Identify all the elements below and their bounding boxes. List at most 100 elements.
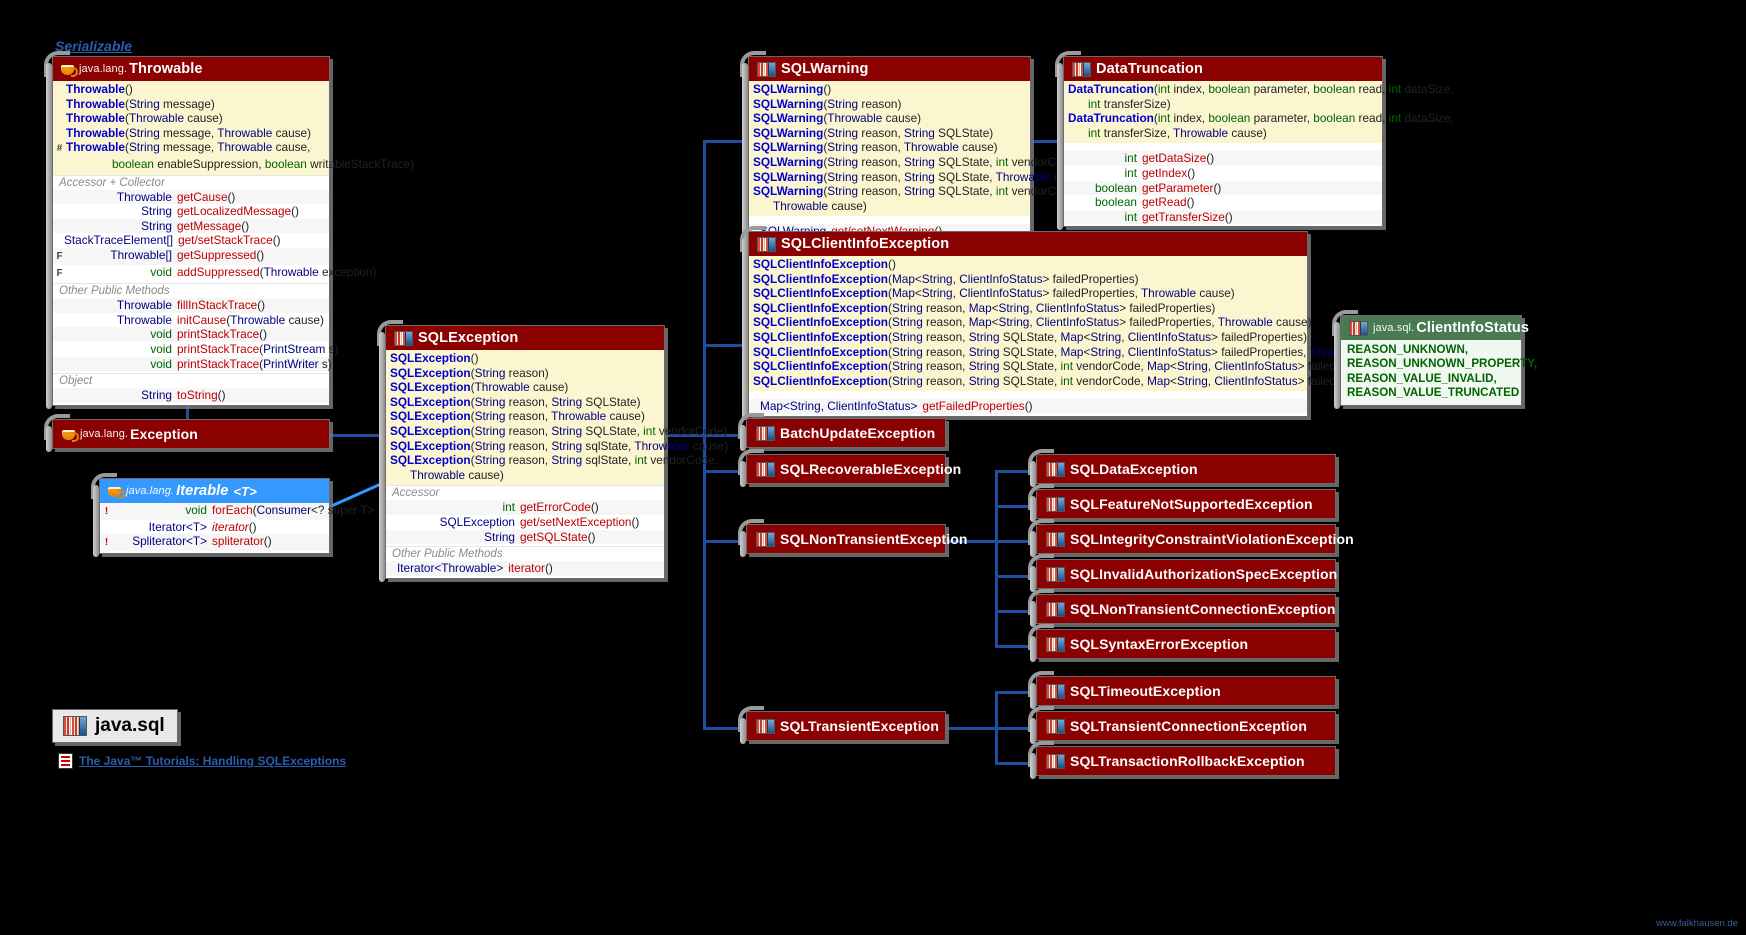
constructor-row: SQLClientInfoException (): [753, 257, 896, 271]
class-box-throwable[interactable]: java.lang. Throwable Throwable () Throwabl…: [44, 51, 414, 409]
books-icon: [757, 236, 776, 252]
constructor-row: int transferSize): [1088, 96, 1171, 111]
box-spine: [46, 63, 52, 409]
constructor-row: SQLWarning (String reason, String SQLSta…: [753, 154, 1080, 169]
constructor-row: Throwable (Throwable cause): [66, 111, 223, 126]
class-name: SQLTransientConnectionException: [1070, 718, 1307, 734]
method-row: StackTraceElement[] get/setStackTrace (): [64, 233, 281, 248]
package-badge: java.sql: [52, 709, 178, 743]
constructor-row: SQLClientInfoException (String reason, S…: [753, 359, 1394, 374]
method-row: int getErrorCode (): [386, 500, 664, 515]
tutorial-link-row[interactable]: The Java™ Tutorials: Handling SQLExcepti…: [58, 753, 346, 769]
enum-constant-list: REASON_UNKNOWN, REASON_UNKNOWN_PROPERTY, R…: [1341, 340, 1537, 405]
class-name: SQLDataException: [1070, 461, 1198, 477]
class-box-sqltimeoutexception[interactable]: SQLTimeoutException: [1028, 671, 1336, 709]
constructor-row: SQLWarning (): [753, 82, 832, 96]
method-row: boolean getRead (): [1095, 195, 1195, 210]
class-name: SQLTransientException: [780, 718, 939, 734]
edge-sqlexception-riser: [703, 140, 706, 436]
method-row: String getMessage (): [53, 218, 329, 234]
box-spine: [740, 531, 746, 557]
interface-header-iterable: java.lang. Iterable <T>: [100, 479, 329, 503]
class-box-sqldataexception[interactable]: SQLDataException: [1028, 449, 1336, 487]
class-name: DataTruncation: [1096, 61, 1203, 77]
class-box-sqlexception[interactable]: SQLException SQLException () SQLException…: [377, 320, 728, 582]
class-header: SQLTimeoutException: [1037, 677, 1335, 705]
method-list: int getDataSize () int getIndex () boolean ge…: [1064, 143, 1382, 227]
enum-constant: REASON_VALUE_TRUNCATED: [1341, 386, 1521, 401]
books-icon: [1072, 61, 1091, 77]
method-row: int getDataSize (): [1064, 151, 1382, 166]
class-box-sqltransientexception[interactable]: SQLTransientException: [738, 706, 946, 744]
class-name: SQLNonTransientException: [780, 531, 968, 547]
box-spine: [1030, 753, 1036, 779]
constructor-row: boolean enableSuppression, boolean writa…: [112, 156, 414, 171]
class-box-sqlclientinfoexception[interactable]: SQLClientInfoException SQLClientInfoExce…: [740, 226, 1490, 420]
method-row: Iterator<Throwable> iterator (): [386, 561, 664, 576]
class-name: SQLRecoverableException: [780, 461, 962, 477]
method-row: Throwable fillInStackTrace (): [53, 298, 329, 313]
class-box-batchupdateexception[interactable]: BatchUpdateException: [738, 413, 946, 451]
class-box-sqltransactionrollbackexception[interactable]: SQLTransactionRollbackException: [1028, 741, 1336, 779]
tutorial-link[interactable]: The Java™ Tutorials: Handling SQLExcepti…: [79, 754, 346, 768]
class-header: SQLDataException: [1037, 455, 1335, 483]
other-method-list: Iterator<Throwable> iterator (): [386, 561, 664, 578]
enum-name: ClientInfoStatus: [1416, 320, 1530, 336]
class-header-sqlwarning: SQLWarning: [749, 57, 1030, 81]
box-spine: [1030, 496, 1036, 522]
class-box-sqlwarning[interactable]: SQLWarning SQLWarning () SQLWarning (Stri…: [740, 51, 1089, 245]
interface-package: java.lang.: [126, 485, 175, 497]
class-header-sqlclientinfoexception: SQLClientInfoException: [749, 232, 1307, 256]
edge-transient-riser: [703, 434, 706, 727]
class-box-datatruncation[interactable]: DataTruncation DataTruncation (int index…: [1055, 51, 1454, 231]
constructor-row: SQLClientInfoException (String reason, S…: [753, 373, 1490, 388]
class-box-sqlintegrityconstraintviolationexception[interactable]: SQLIntegrityConstraintViolationException: [1028, 519, 1354, 557]
interface-box-iterable[interactable]: java.lang. Iterable <T> ! void forEach (Cons…: [91, 473, 413, 557]
constructor-row: SQLWarning (String reason, Throwable cau…: [753, 140, 998, 155]
books-icon: [757, 61, 776, 77]
class-name: SQLException: [418, 330, 519, 346]
class-box-sqlsyntaxerrorexception[interactable]: SQLSyntaxErrorException: [1028, 624, 1336, 662]
object-method-list: String toString (): [53, 388, 329, 405]
document-icon: [58, 753, 73, 769]
enum-package: java.sql.: [1373, 322, 1415, 334]
constructor-list: Throwable () Throwable (String message) Th…: [53, 81, 414, 175]
method-row: String toString (): [53, 388, 329, 403]
enum-box-clientinfostatus[interactable]: java.sql. ClientInfoStatus REASON_UNKNOWN…: [1332, 310, 1537, 409]
books-icon: [1349, 320, 1368, 336]
constructor-row: Throwable cause): [410, 467, 504, 482]
class-header-datatruncation: DataTruncation: [1064, 57, 1382, 81]
section-accessor-collector: Accessor + Collector: [53, 174, 329, 190]
constructor-row: DataTruncation (int index, boolean param…: [1068, 111, 1454, 126]
class-name: SQLTimeoutException: [1070, 683, 1221, 699]
box-spine: [740, 461, 746, 487]
constructor-row: int transferSize, Throwable cause): [1088, 125, 1267, 140]
class-box-sqltransientconnectionexception[interactable]: SQLTransientConnectionException: [1028, 706, 1336, 744]
method-row: boolean getParameter (): [1064, 180, 1382, 196]
constructor-row: SQLWarning (String reason, String SQLSta…: [753, 125, 994, 140]
constructor-list: SQLClientInfoException () SQLClientInfoEx…: [749, 256, 1490, 392]
class-box-sqlrecoverableexception[interactable]: SQLRecoverableException: [738, 449, 961, 487]
method-row: Fvoid addSuppressed (Throwable exception): [56, 264, 377, 279]
box-spine: [742, 238, 748, 420]
method-row: String getLocalizedMessage (): [141, 204, 299, 219]
method-row: ! void forEach (Consumer<? super T> action…: [100, 503, 413, 520]
class-box-sqlnontransientconnectionexception[interactable]: SQLNonTransientConnectionException: [1028, 589, 1336, 627]
constructor-row: SQLException (String reason, String sqlS…: [390, 453, 718, 468]
method-row: SQLException get/setNextException (): [439, 514, 640, 529]
books-icon: [756, 531, 775, 547]
constructor-row: SQLException (String reason, String SQLS…: [390, 423, 728, 438]
class-name: SQLTransactionRollbackException: [1070, 753, 1305, 769]
class-header-exception: java.lang. Exception: [53, 420, 329, 448]
class-box-sqlfeaturenotsupportedexception[interactable]: SQLFeatureNotSupportedException: [1028, 484, 1336, 522]
box-spine: [93, 485, 99, 557]
class-box-exception[interactable]: java.lang. Exception: [44, 414, 330, 452]
accessor-method-list: Throwable getCause () String getLocalizedMe…: [53, 189, 377, 284]
constructor-row: SQLException (String reason, Throwable c…: [390, 409, 645, 424]
box-spine: [1030, 601, 1036, 627]
class-box-sqlnontransientexception[interactable]: SQLNonTransientException: [738, 519, 967, 557]
constructor-list: SQLException () SQLException (String reas…: [386, 350, 728, 486]
method-row: void printStackTrace (): [53, 327, 329, 342]
class-box-sqlinvalidauthorizationspecexception[interactable]: SQLInvalidAuthorizationSpecException: [1028, 554, 1337, 592]
generic-params: <T>: [233, 483, 257, 499]
